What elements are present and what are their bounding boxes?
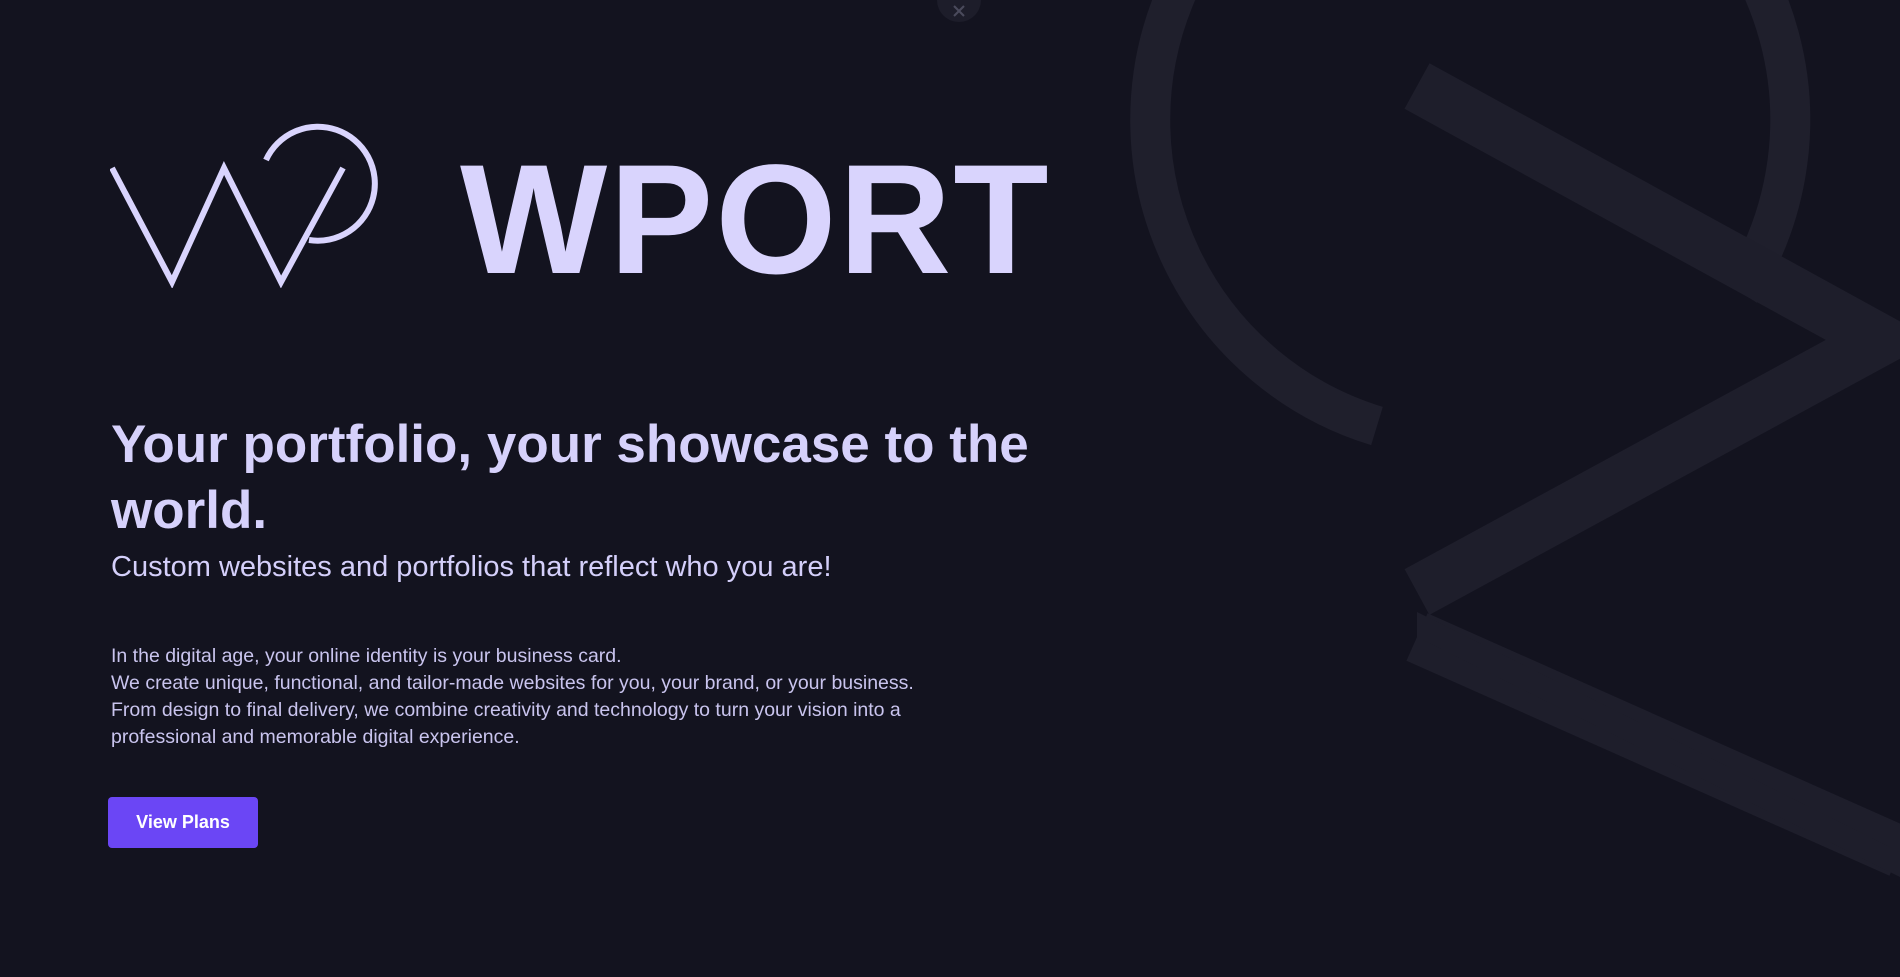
description-line: professional and memorable digital exper… — [111, 726, 520, 748]
brand-name: WPORT — [460, 133, 1051, 307]
hero-description: In the digital age, your online identity… — [111, 643, 1011, 751]
description-line: We create unique, functional, and tailor… — [111, 672, 914, 694]
hero-headline: Your portfolio, your showcase to the wor… — [111, 415, 1029, 540]
hero-subheadline: Custom websites and portfolios that refl… — [111, 551, 832, 583]
hero-section: WPORT Your portfolio, your showcase to t… — [0, 0, 1900, 977]
view-plans-button[interactable]: View Plans — [108, 797, 258, 848]
wp-monogram-icon — [110, 123, 378, 288]
description-line: In the digital age, your online identity… — [111, 645, 622, 667]
description-line: From design to final delivery, we combin… — [111, 699, 901, 721]
